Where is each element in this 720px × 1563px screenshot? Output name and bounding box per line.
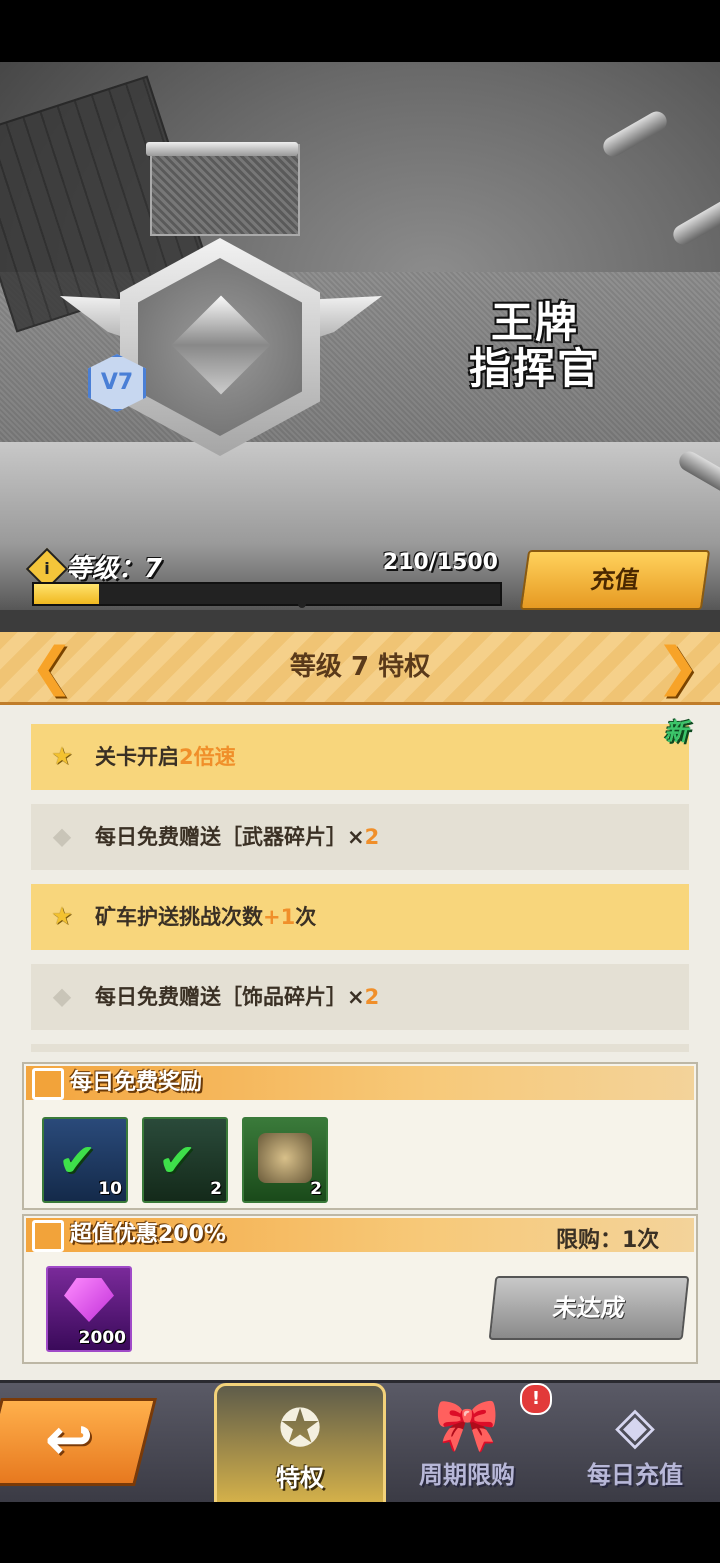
medal-ribbon-bar	[146, 142, 298, 156]
tab-label: 周期限购	[419, 1461, 515, 1489]
rank-title-line2: 指挥官	[468, 344, 601, 393]
level-progress-bar	[32, 582, 502, 606]
perk-text: 矿车护送挑战次数+1次	[95, 905, 317, 929]
rank-title: 王牌 指挥官	[440, 300, 630, 392]
diamond-icon: ◆	[52, 982, 72, 1010]
perk-row-partial	[31, 1044, 689, 1052]
item-count: 2000	[78, 1328, 126, 1348]
gift-icon	[32, 1220, 64, 1252]
gem-icon	[64, 1278, 114, 1322]
info-icon-glyph: i	[44, 559, 50, 578]
alert-badge: !	[520, 1383, 552, 1415]
tab-privilege[interactable]: ✪ 特权	[214, 1383, 386, 1504]
daily-reward-title: 每日免费奖励	[70, 1070, 203, 1095]
check-icon: ✔	[58, 1133, 97, 1187]
check-icon: ✔	[158, 1133, 197, 1187]
new-tag: 新	[664, 718, 688, 746]
tab-label: 每日充值	[587, 1461, 683, 1489]
money-bag-icon: ◈	[615, 1396, 655, 1456]
gift-cycle-icon: 🎀	[434, 1396, 500, 1456]
medal-ribbon	[150, 144, 300, 236]
perk-text: 每日免费赠送［饰品碎片］×2	[95, 985, 380, 1009]
puzzle-piece-item[interactable]: ✔ 2	[142, 1117, 228, 1203]
recharge-button[interactable]: 充值	[519, 550, 711, 610]
perk-row: ★ 矿车护送挑战次数+1次	[31, 884, 689, 950]
hero-banner: V7 王牌 指挥官 i 等级：7 210/1500 充值	[0, 62, 720, 610]
item-count: 2	[210, 1179, 222, 1199]
diamond-icon: ◆	[52, 822, 72, 850]
privilege-title: 等级 7 特权	[289, 652, 431, 682]
item-count: 10	[98, 1179, 122, 1199]
prev-level-button[interactable]: ❮	[30, 632, 74, 702]
level-progress-text: 210/1500	[382, 550, 498, 575]
perk-row: ◆ 每日免费赠送［饰品碎片］×2	[31, 964, 689, 1030]
panel-divider	[0, 610, 720, 632]
rank-title-line1: 王牌	[490, 298, 579, 347]
perk-row: ◆ 每日免费赠送［武器碎片］×2	[31, 804, 689, 870]
not-reached-button[interactable]: 未达成	[488, 1276, 690, 1340]
perk-text: 每日免费赠送［武器碎片］×2	[95, 825, 380, 849]
turret-piece-item[interactable]: 2	[242, 1117, 328, 1203]
top-status-bar	[0, 0, 720, 62]
turret-icon	[258, 1133, 312, 1183]
tab-daily-recharge[interactable]: ◈ 每日充值	[552, 1383, 718, 1501]
perk-text: 关卡开启2倍速	[95, 745, 236, 769]
bullet-decoration	[599, 107, 671, 161]
medal-star-icon: ✪	[278, 1399, 322, 1459]
back-arrow-icon: ↩	[44, 1405, 94, 1473]
bottom-system-bar	[0, 1502, 720, 1563]
star-icon: ★	[51, 902, 73, 930]
weapon-box-item[interactable]: ✔ 10	[42, 1117, 128, 1203]
super-deal-title: 超值优惠200%	[70, 1222, 226, 1247]
perk-row: ★ 关卡开启2倍速	[31, 724, 689, 790]
purchase-limit: 限购：1次	[556, 1228, 660, 1253]
bullet-decoration	[669, 195, 720, 249]
page-dot	[298, 600, 306, 608]
star-icon: ★	[51, 742, 73, 770]
item-count: 2	[310, 1179, 322, 1199]
next-level-button[interactable]: ❯	[656, 632, 700, 702]
tab-label: 特权	[276, 1464, 324, 1492]
gem-item[interactable]: 2000	[46, 1266, 132, 1352]
level-progress-fill	[34, 584, 99, 604]
level-label: 等级：7	[66, 554, 163, 584]
gift-icon	[32, 1068, 64, 1100]
